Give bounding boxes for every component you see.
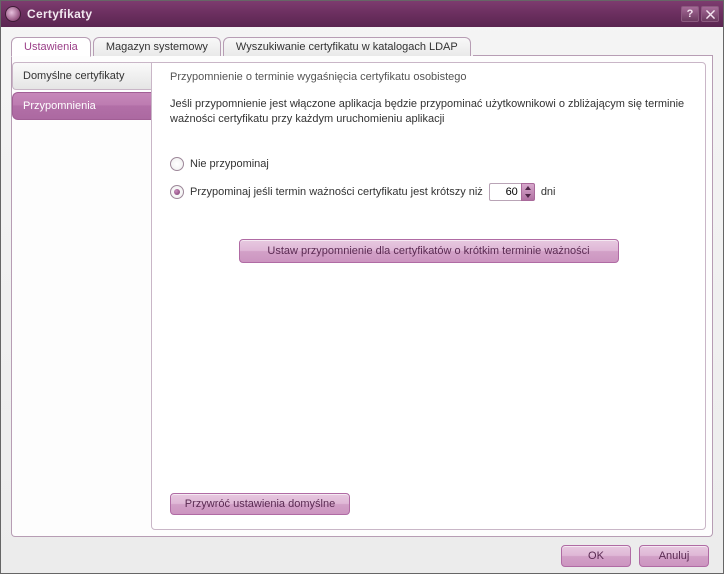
- ok-button[interactable]: OK: [561, 545, 631, 567]
- tab-ldap-search[interactable]: Wyszukiwanie certyfikatu w katalogach LD…: [223, 37, 471, 56]
- sidebar-item-default-certs[interactable]: Domyślne certyfikaty: [12, 62, 152, 90]
- close-button[interactable]: [701, 6, 719, 22]
- top-tabs: Ustawienia Magazyn systemowy Wyszukiwani…: [11, 37, 713, 56]
- radio-row-days[interactable]: Przypominaj jeśli termin ważności certyf…: [170, 183, 687, 201]
- dialog-footer: OK Anuluj: [11, 545, 713, 567]
- group-description: Jeśli przypomnienie jest włączone aplika…: [170, 97, 687, 127]
- content-frame: Przypomnienie o terminie wygaśnięcia cer…: [151, 62, 706, 530]
- certificates-dialog: Certyfikaty ? Ustawienia Magazyn systemo…: [0, 0, 724, 574]
- tab-system-store[interactable]: Magazyn systemowy: [93, 37, 221, 56]
- days-spinner[interactable]: [489, 183, 535, 201]
- group-title: Przypomnienie o terminie wygaśnięcia cer…: [170, 71, 687, 83]
- set-reminder-button[interactable]: Ustaw przypomnienie dla certyfikatów o k…: [239, 239, 619, 263]
- radio-days[interactable]: [170, 185, 184, 199]
- radio-days-label-prefix: Przypominaj jeśli termin ważności certyf…: [190, 186, 483, 198]
- days-input[interactable]: [489, 183, 521, 201]
- tab-panel: Domyślne certyfikaty Przypomnienia Przyp…: [11, 56, 713, 537]
- window-title: Certyfikaty: [27, 7, 679, 21]
- sidebar: Domyślne certyfikaty Przypomnienia: [12, 62, 152, 530]
- app-icon: [5, 6, 21, 22]
- sidebar-item-reminders[interactable]: Przypomnienia: [12, 92, 152, 120]
- radio-none-label: Nie przypominaj: [190, 158, 269, 170]
- spinner-up[interactable]: [522, 184, 534, 192]
- tab-settings[interactable]: Ustawienia: [11, 37, 91, 57]
- spinner-buttons[interactable]: [521, 183, 535, 201]
- restore-defaults-button[interactable]: Przywróć ustawienia domyślne: [170, 493, 350, 515]
- titlebar: Certyfikaty ?: [1, 1, 723, 27]
- cancel-button[interactable]: Anuluj: [639, 545, 709, 567]
- radio-none[interactable]: [170, 157, 184, 171]
- help-button[interactable]: ?: [681, 6, 699, 22]
- radio-row-none[interactable]: Nie przypominaj: [170, 157, 687, 171]
- spinner-down[interactable]: [522, 192, 534, 200]
- body: Ustawienia Magazyn systemowy Wyszukiwani…: [1, 27, 723, 573]
- radio-days-label-suffix: dni: [541, 186, 556, 198]
